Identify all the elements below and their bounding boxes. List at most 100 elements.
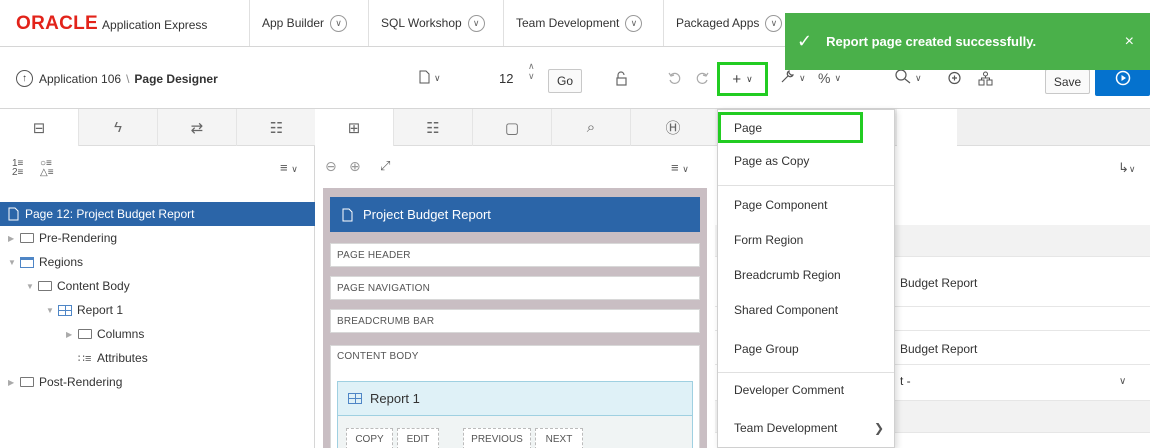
tab-component-view[interactable]: ☷ [394, 109, 473, 146]
open-folder-icon [38, 281, 52, 291]
tree-node-label: Page 12: Project Budget Report [25, 207, 195, 221]
chevron-down-icon[interactable]: ∨ [467, 14, 485, 32]
menu-item-form-region[interactable]: Form Region [718, 223, 894, 257]
search-icon [895, 69, 911, 87]
regions-icon [20, 256, 34, 268]
tree-node-pre-rendering[interactable]: ▶ Pre-Rendering [0, 226, 315, 250]
create-button[interactable]: + ∨ [717, 62, 768, 96]
tab-help[interactable]: Ⓗ [631, 109, 715, 146]
tab-layout[interactable]: ⊞ [315, 109, 394, 146]
menu-item-page-as-copy[interactable]: Page as Copy [718, 144, 894, 178]
nav-tab-sql-workshop[interactable]: SQL Workshop ∨ [368, 0, 492, 46]
redo-icon[interactable] [695, 64, 709, 92]
property-title-value: Budget Report [900, 342, 978, 356]
nav-tab-team-development[interactable]: Team Development ∨ [503, 0, 661, 46]
slot-edit[interactable]: EDIT [397, 428, 439, 448]
tab-processing[interactable]: ⇄ [158, 109, 237, 146]
view-by-component-icon[interactable]: 1≡ 2≡ [12, 159, 23, 178]
zoom-in-icon[interactable]: ⊕ [349, 158, 361, 175]
lightning-icon: ϟ [114, 119, 122, 136]
menu-icon[interactable]: ≡ ∨ [671, 160, 689, 175]
up-arrow-icon[interactable]: ↑ [16, 70, 33, 87]
nav-tab-app-builder[interactable]: App Builder ∨ [249, 0, 356, 46]
tab-dynamic-actions[interactable]: ϟ [79, 109, 158, 146]
slot-next[interactable]: NEXT [535, 428, 583, 448]
tree-node-label: Columns [97, 327, 145, 341]
slot-page-navigation[interactable]: PAGE NAVIGATION [330, 276, 700, 300]
zoom-out-icon[interactable]: ⊖ [325, 158, 337, 175]
lock-icon[interactable] [615, 64, 629, 92]
slot-previous[interactable]: PREVIOUS [463, 428, 531, 448]
chevron-right-icon: ❯ [873, 421, 884, 435]
tree-node-label: Pre-Rendering [39, 231, 118, 245]
expand-triangle-icon[interactable]: ▶ [8, 234, 20, 243]
menu-item-breadcrumb-region[interactable]: Breadcrumb Region [718, 258, 894, 292]
component-view-icon: ☷ [426, 119, 440, 137]
collapse-triangle-icon[interactable]: ▼ [26, 282, 38, 291]
tree-node-page[interactable]: Page 12: Project Budget Report [0, 202, 315, 226]
layout-icon: ⊞ [347, 119, 361, 137]
left-pane-toolbar: 1≡ 2≡ ○≡ △≡ ≡ ∨ [0, 146, 315, 188]
go-to-group-icon[interactable]: ↳∨ [1118, 160, 1136, 176]
view-by-processing-order-icon[interactable]: ○≡ △≡ [40, 159, 54, 178]
menu-item-team-development[interactable]: Team Development ❯ [718, 411, 894, 445]
middle-pane-tabs: ⊞ ☷ ▢ ⌕ Ⓗ [315, 109, 715, 146]
brand-logo[interactable]: ORACLE Application Express [16, 13, 207, 35]
tree-node-content-body[interactable]: ▼ Content Body [0, 274, 315, 298]
shared-components-icon: ☷ [269, 119, 284, 137]
layout-pane: ⊞ ☷ ▢ ⌕ Ⓗ ⊖ ⊕ ⤢ ≡ ∨ Project Budget Repor… [315, 109, 715, 448]
collapse-triangle-icon[interactable]: ▼ [8, 258, 20, 267]
menu-item-page-group[interactable]: Page Group [718, 332, 894, 366]
canvas-page-title[interactable]: Project Budget Report [330, 197, 700, 232]
undo-icon[interactable] [668, 64, 682, 92]
close-icon[interactable]: × [1125, 33, 1134, 51]
menu-item-page[interactable]: Page [718, 112, 863, 143]
chevron-down-icon[interactable]: ∨ [330, 14, 348, 32]
product-name: Application Express [102, 18, 208, 32]
tab-shared-components[interactable]: ☷ [237, 109, 316, 146]
chevron-down-icon[interactable]: ∨ [625, 14, 643, 32]
tree-node-report-1[interactable]: ▼ Report 1 [0, 298, 315, 322]
report-grid-icon [58, 304, 72, 316]
property-name-value: Budget Report [900, 276, 978, 290]
tree-node-attributes[interactable]: ∷≡ Attributes [0, 346, 315, 370]
toast-message: Report page created successfully. [826, 34, 1037, 49]
tab-messages[interactable]: ▢ [473, 109, 552, 146]
collapse-triangle-icon[interactable]: ▼ [46, 306, 58, 315]
page-icon [8, 207, 25, 222]
menu-item-shared-component[interactable]: Shared Component [718, 293, 894, 327]
tab-search[interactable]: ⌕ [552, 109, 631, 146]
expand-triangle-icon[interactable]: ▶ [66, 330, 78, 339]
save-button[interactable]: Save [1045, 69, 1090, 94]
page-icon [330, 207, 363, 223]
page-number-value: 12 [499, 70, 514, 86]
menu-item-developer-comment[interactable]: Developer Comment [718, 373, 894, 407]
menu-icon[interactable]: ≡ ∨ [280, 160, 298, 175]
go-button[interactable]: Go [548, 69, 582, 93]
page-finder-button[interactable]: ∨ [419, 64, 441, 92]
page-number-field[interactable]: 12 [486, 64, 534, 92]
tab-rendering[interactable]: ⊟ [0, 109, 79, 146]
tree-node-columns[interactable]: ▶ Columns [0, 322, 315, 346]
slot-page-header[interactable]: PAGE HEADER [330, 243, 700, 267]
folder-icon [78, 329, 92, 339]
nav-tab-label: Team Development [516, 16, 620, 30]
expand-triangle-icon[interactable]: ▶ [8, 378, 20, 387]
chevron-down-icon[interactable]: ∨ [765, 14, 783, 32]
page-number-spinner[interactable]: ∧ ∨ [528, 61, 538, 81]
slot-copy[interactable]: COPY [346, 428, 393, 448]
report-region[interactable]: Report 1 [337, 381, 693, 416]
nav-tab-label: Packaged Apps [676, 16, 760, 30]
nav-tab-packaged-apps[interactable]: Packaged Apps ∨ [663, 0, 785, 46]
expand-icon[interactable]: ⤢ [380, 158, 390, 174]
checkmark-icon: ✓ [797, 31, 813, 51]
menu-item-page-component[interactable]: Page Component [718, 188, 894, 222]
breadcrumb-app[interactable]: Application 106 [39, 72, 121, 86]
tree-node-regions[interactable]: ▼ Regions [0, 250, 315, 274]
breadcrumb-current: Page Designer [134, 72, 218, 86]
tab-property-editor[interactable] [897, 109, 957, 146]
slot-breadcrumb-bar[interactable]: BREADCRUMB BAR [330, 309, 700, 333]
tree-node-post-rendering[interactable]: ▶ Post-Rendering [0, 370, 315, 394]
chevron-down-icon[interactable]: ∨ [1119, 376, 1126, 387]
breadcrumb-separator: \ [126, 72, 130, 86]
